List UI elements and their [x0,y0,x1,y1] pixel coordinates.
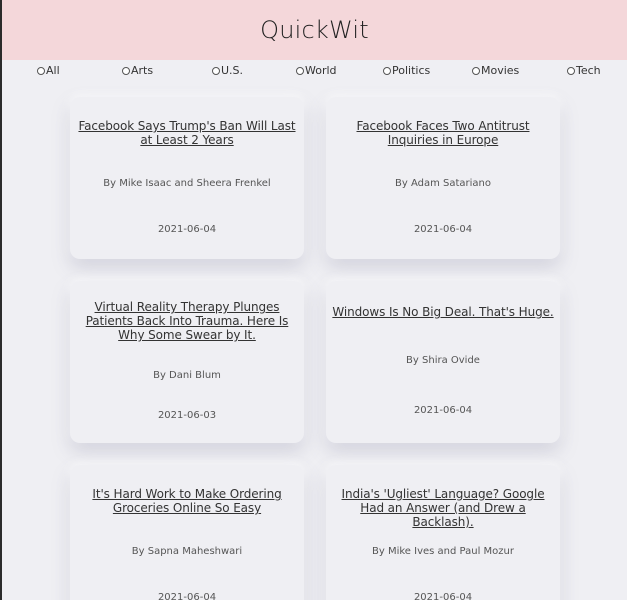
category-filters: All Arts U.S. World Politics Movies Tech [2,60,627,82]
radio-button[interactable] [212,66,220,75]
article-card: Windows Is No Big Deal. That's Huge. By … [326,281,560,443]
article-title-link[interactable]: Facebook Faces Two Antitrust Inquiries i… [332,119,554,147]
article-title-link[interactable]: Virtual Reality Therapy Plunges Patients… [76,300,298,342]
article-author: By Mike Isaac and Sheera Frenkel [103,178,271,189]
article-date: 2021-06-04 [413,405,473,416]
filter-label: Movies [481,64,520,77]
filter-label: Arts [131,64,154,77]
filter-movies[interactable]: Movies [472,64,519,77]
article-title-link[interactable]: Windows Is No Big Deal. That's Huge. [332,305,554,319]
filter-label: All [46,64,60,77]
article-date: 2021-06-04 [413,592,473,600]
radio-button[interactable] [567,66,575,75]
article-card: Virtual Reality Therapy Plunges Patients… [70,281,304,443]
article-date: 2021-06-04 [157,592,217,600]
radio-button[interactable] [472,66,480,75]
app-title: QuickWit [260,16,369,44]
article-date: 2021-06-04 [413,224,473,235]
article-author: By Dani Blum [153,370,221,381]
radio-button[interactable] [296,66,304,75]
article-author: By Sapna Maheshwari [131,546,243,557]
page: QuickWit All Arts U.S. World Politics Mo… [2,0,627,600]
radio-button[interactable] [122,66,130,75]
article-title-link[interactable]: India's 'Ugliest' Language? Google Had a… [332,487,554,529]
filter-politics[interactable]: Politics [383,64,430,77]
article-card: India's 'Ugliest' Language? Google Had a… [326,465,560,600]
article-author: By Mike Ives and Paul Mozur [372,546,514,557]
article-card: Facebook Says Trump's Ban Will Last at L… [70,97,304,259]
filter-label: U.S. [221,64,244,77]
article-card: Facebook Faces Two Antitrust Inquiries i… [326,97,560,259]
article-title-link[interactable]: It's Hard Work to Make Ordering Grocerie… [76,487,298,515]
filter-label: Tech [576,64,601,77]
filter-label: World [305,64,337,77]
article-author: By Shira Ovide [406,355,480,366]
article-author: By Adam Satariano [394,178,491,189]
filter-arts[interactable]: Arts [122,64,153,77]
filter-us[interactable]: U.S. [212,64,243,77]
article-card: It's Hard Work to Make Ordering Grocerie… [70,465,304,600]
radio-button[interactable] [37,66,45,75]
article-title-link[interactable]: Facebook Says Trump's Ban Will Last at L… [76,119,298,147]
article-date: 2021-06-04 [157,224,217,235]
radio-button[interactable] [383,66,391,75]
filter-label: Politics [392,64,431,77]
filter-tech[interactable]: Tech [567,64,601,77]
filter-all[interactable]: All [37,64,60,77]
article-date: 2021-06-03 [157,410,217,421]
filter-world[interactable]: World [296,64,337,77]
header: QuickWit [2,0,627,60]
